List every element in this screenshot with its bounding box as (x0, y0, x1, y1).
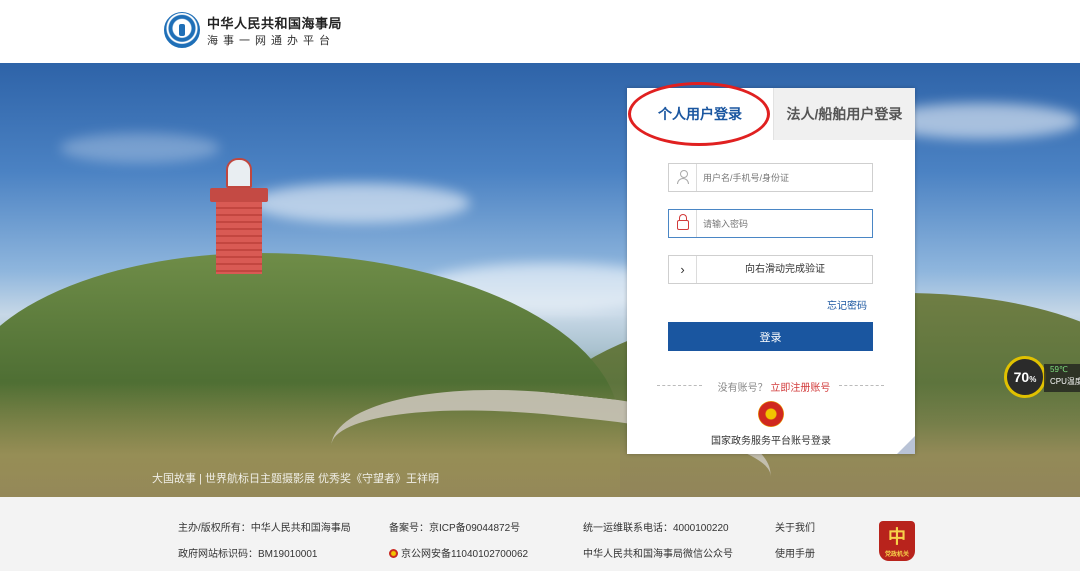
party-gov-badge-icon[interactable]: 中党政机关 (879, 521, 915, 561)
password-field (668, 209, 873, 238)
login-button[interactable]: 登录 (668, 322, 873, 351)
cpu-monitor-widget[interactable]: 70% 59℃ CPU温度 (1004, 356, 1080, 398)
footer-sponsor: 主办/版权所有：中华人民共和国海事局 (178, 523, 351, 534)
footer-site-id: 政府网站标识码：BM19010001 (178, 549, 318, 560)
chevron-right-icon[interactable]: › (669, 256, 697, 283)
footer-hotline: 统一运维联系电话：4000100220 (583, 523, 729, 534)
lock-icon (669, 210, 697, 237)
site-title[interactable]: 中华人民共和国海事局 (207, 13, 342, 32)
cpu-usage-unit: % (1029, 375, 1037, 384)
cpu-info: 59℃ CPU温度 (1044, 364, 1080, 392)
cloud (250, 183, 470, 223)
photo-credit: 大国故事 | 世界航标日主题摄影展 优秀奖《守望者》王祥明 (152, 473, 440, 485)
badge-char: 中 (888, 527, 906, 547)
site-footer: 主办/版权所有：中华人民共和国海事局 政府网站标识码：BM19010001 备案… (0, 497, 1080, 571)
footer-icp-link[interactable]: 备案号：京ICP备09044872号 (389, 519, 520, 534)
cpu-usage-gauge: 70% (1004, 356, 1046, 398)
footer-wechat-link[interactable]: 中华人民共和国海事局微信公众号 (583, 545, 733, 560)
divider-right (839, 385, 884, 386)
footer-manual-link[interactable]: 使用手册 (775, 545, 815, 560)
slide-captcha-label: 向右滑动完成验证 (745, 264, 825, 275)
footer-about-link[interactable]: 关于我们 (775, 519, 815, 534)
national-emblem-icon[interactable] (758, 401, 784, 427)
footer-police-record-label: 京公网安备11040102700062 (401, 549, 529, 560)
police-badge-icon (389, 549, 398, 558)
forgot-password-link[interactable]: 忘记密码 (827, 297, 867, 312)
cpu-usage-value: 70 (1013, 369, 1030, 385)
register-row: 没有账号？ 立即注册账号 (699, 379, 849, 394)
slide-captcha: › 向右滑动完成验证 (668, 255, 873, 284)
username-field (668, 163, 873, 192)
login-tabs: 个人用户登录 法人/船舶用户登录 (627, 82, 915, 146)
tab-personal-login[interactable]: 个人用户登录 (627, 88, 773, 140)
msa-emblem-icon[interactable] (164, 12, 200, 48)
site-subtitle: 海事一网通办平台 (207, 35, 335, 47)
footer-police-record[interactable]: 京公网安备11040102700062 (389, 545, 528, 560)
lighthouse-tower (216, 202, 262, 274)
gov-platform-login-link[interactable]: 国家政务服务平台账号登录 (627, 432, 915, 447)
badge-text: 党政机关 (884, 552, 909, 558)
tab-corporate-ship-login[interactable]: 法人/船舶用户登录 (773, 88, 915, 140)
lighthouse-lantern (226, 158, 252, 188)
site-header: 中华人民共和国海事局 海事一网通办平台 (0, 0, 1080, 63)
password-input[interactable] (703, 214, 868, 233)
no-account-text: 没有账号？ (717, 383, 768, 394)
lighthouse (210, 158, 268, 278)
cpu-label: CPU温度 (1050, 377, 1080, 386)
cpu-temperature: 59℃ (1050, 365, 1068, 374)
hero-banner: 大国故事 | 世界航标日主题摄影展 优秀奖《守望者》王祥明 (0, 63, 1080, 497)
username-input[interactable] (703, 168, 868, 187)
divider-left (657, 385, 702, 386)
user-icon (669, 164, 697, 191)
register-link[interactable]: 立即注册账号 (770, 383, 830, 394)
cloud (60, 133, 220, 163)
corner-fold (897, 436, 915, 454)
lighthouse-gallery (210, 188, 268, 202)
login-panel: 个人用户登录 法人/船舶用户登录 › 向右滑动完成验证 忘记密码 登录 没有账号… (627, 82, 915, 454)
